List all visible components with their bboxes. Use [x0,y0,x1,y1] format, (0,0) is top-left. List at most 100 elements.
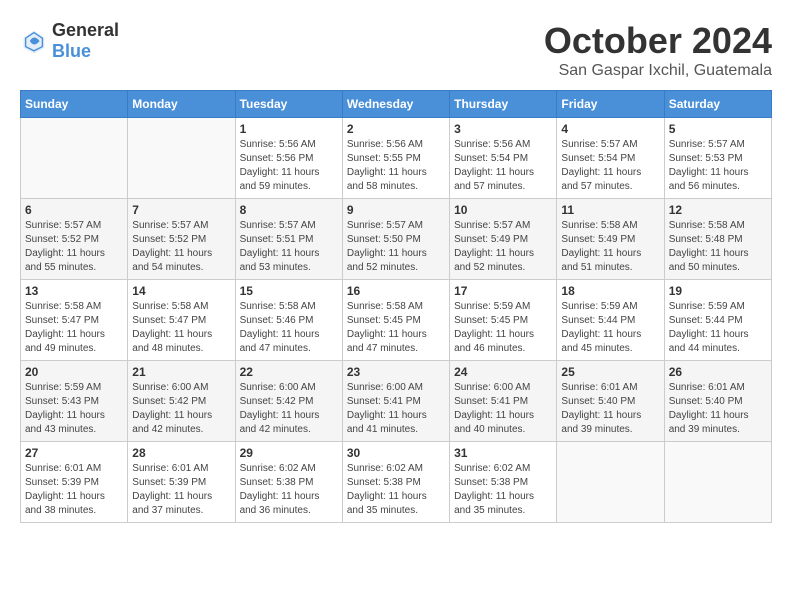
day-info: Sunrise: 5:59 AMSunset: 5:43 PMDaylight:… [25,381,123,437]
day-number: 3 [454,122,552,136]
day-number: 26 [669,365,767,379]
calendar-cell: 25 Sunrise: 6:01 AMSunset: 5:40 PMDayligh… [557,361,664,442]
day-info: Sunrise: 6:01 AMSunset: 5:40 PMDaylight:… [561,381,659,437]
day-info: Sunrise: 5:56 AMSunset: 5:56 PMDaylight:… [240,138,338,194]
calendar-cell: 4 Sunrise: 5:57 AMSunset: 5:54 PMDaylight… [557,118,664,199]
weekday-header-wednesday: Wednesday [342,91,449,118]
calendar-cell: 22 Sunrise: 6:00 AMSunset: 5:42 PMDayligh… [235,361,342,442]
calendar-week-4: 20 Sunrise: 5:59 AMSunset: 5:43 PMDayligh… [21,361,772,442]
day-number: 23 [347,365,445,379]
day-info: Sunrise: 5:57 AMSunset: 5:50 PMDaylight:… [347,219,445,275]
page-header: General Blue October 2024 San Gaspar Ixc… [20,20,772,80]
calendar-cell: 24Sunrise: 6:00 AMSunset: 5:41 PMDayligh… [450,361,557,442]
day-number: 5 [669,122,767,136]
calendar-week-3: 13 Sunrise: 5:58 AMSunset: 5:47 PMDayligh… [21,280,772,361]
calendar-cell: 9 Sunrise: 5:57 AMSunset: 5:50 PMDaylight… [342,199,449,280]
calendar-cell: 7Sunrise: 5:57 AMSunset: 5:52 PMDaylight… [128,199,235,280]
calendar-cell: 5 Sunrise: 5:57 AMSunset: 5:53 PMDaylight… [664,118,771,199]
day-number: 4 [561,122,659,136]
calendar-cell: 28 Sunrise: 6:01 AMSunset: 5:39 PMDayligh… [128,442,235,523]
day-info: Sunrise: 6:02 AMSunset: 5:38 PMDaylight:… [347,462,445,518]
location: San Gaspar Ixchil, Guatemala [544,62,772,80]
day-info: Sunrise: 5:57 AMSunset: 5:51 PMDaylight:… [240,219,338,275]
day-number: 13 [25,284,123,298]
day-number: 22 [240,365,338,379]
calendar-cell: 12 Sunrise: 5:58 AMSunset: 5:48 PMDayligh… [664,199,771,280]
day-info: Sunrise: 6:00 AMSunset: 5:42 PMDaylight:… [240,381,338,437]
weekday-header-tuesday: Tuesday [235,91,342,118]
day-number: 19 [669,284,767,298]
day-info: Sunrise: 5:56 AMSunset: 5:54 PMDaylight:… [454,138,552,194]
calendar-cell: 26Sunrise: 6:01 AMSunset: 5:40 PMDayligh… [664,361,771,442]
calendar-cell: 10 Sunrise: 5:57 AMSunset: 5:49 PMDayligh… [450,199,557,280]
day-info: Sunrise: 6:02 AMSunset: 5:38 PMDaylight:… [454,462,552,518]
day-info: Sunrise: 6:02 AMSunset: 5:38 PMDaylight:… [240,462,338,518]
day-number: 16 [347,284,445,298]
calendar-cell: 14Sunrise: 5:58 AMSunset: 5:47 PMDayligh… [128,280,235,361]
logo-icon [20,27,48,55]
day-number: 27 [25,446,123,460]
calendar-cell: 27 Sunrise: 6:01 AMSunset: 5:39 PMDayligh… [21,442,128,523]
calendar-cell: 18Sunrise: 5:59 AMSunset: 5:44 PMDayligh… [557,280,664,361]
day-number: 20 [25,365,123,379]
weekday-header-row: SundayMondayTuesdayWednesdayThursdayFrid… [21,91,772,118]
calendar-week-1: 1 Sunrise: 5:56 AMSunset: 5:56 PMDaylight… [21,118,772,199]
calendar-cell: 29 Sunrise: 6:02 AMSunset: 5:38 PMDayligh… [235,442,342,523]
logo-general: General [52,20,119,41]
day-number: 15 [240,284,338,298]
day-info: Sunrise: 6:00 AMSunset: 5:42 PMDaylight:… [132,381,230,437]
day-number: 21 [132,365,230,379]
day-number: 25 [561,365,659,379]
calendar-week-5: 27 Sunrise: 6:01 AMSunset: 5:39 PMDayligh… [21,442,772,523]
day-info: Sunrise: 5:57 AMSunset: 5:52 PMDaylight:… [25,219,123,275]
day-info: Sunrise: 6:00 AMSunset: 5:41 PMDaylight:… [347,381,445,437]
day-info: Sunrise: 5:58 AMSunset: 5:49 PMDaylight:… [561,219,659,275]
calendar-cell: 15 Sunrise: 5:58 AMSunset: 5:46 PMDayligh… [235,280,342,361]
weekday-header-saturday: Saturday [664,91,771,118]
logo-text: General Blue [52,20,119,62]
day-number: 29 [240,446,338,460]
day-info: Sunrise: 5:56 AMSunset: 5:55 PMDaylight:… [347,138,445,194]
calendar-cell: 2 Sunrise: 5:56 AMSunset: 5:55 PMDaylight… [342,118,449,199]
calendar-table: SundayMondayTuesdayWednesdayThursdayFrid… [20,90,772,523]
day-info: Sunrise: 5:58 AMSunset: 5:47 PMDaylight:… [25,300,123,356]
day-number: 12 [669,203,767,217]
weekday-header-friday: Friday [557,91,664,118]
day-info: Sunrise: 5:59 AMSunset: 5:44 PMDaylight:… [669,300,767,356]
day-info: Sunrise: 5:57 AMSunset: 5:49 PMDaylight:… [454,219,552,275]
calendar-cell [664,442,771,523]
calendar-cell: 1 Sunrise: 5:56 AMSunset: 5:56 PMDaylight… [235,118,342,199]
day-number: 2 [347,122,445,136]
month-title: October 2024 [544,20,772,62]
day-number: 30 [347,446,445,460]
weekday-header-sunday: Sunday [21,91,128,118]
logo-blue: Blue [52,41,119,62]
calendar-cell: 16Sunrise: 5:58 AMSunset: 5:45 PMDayligh… [342,280,449,361]
logo: General Blue [20,20,119,62]
calendar-cell: 21 Sunrise: 6:00 AMSunset: 5:42 PMDayligh… [128,361,235,442]
day-number: 10 [454,203,552,217]
calendar-week-2: 6Sunrise: 5:57 AMSunset: 5:52 PMDaylight… [21,199,772,280]
calendar-cell: 6Sunrise: 5:57 AMSunset: 5:52 PMDaylight… [21,199,128,280]
day-number: 1 [240,122,338,136]
day-info: Sunrise: 5:57 AMSunset: 5:53 PMDaylight:… [669,138,767,194]
calendar-cell: 23 Sunrise: 6:00 AMSunset: 5:41 PMDayligh… [342,361,449,442]
day-number: 28 [132,446,230,460]
day-number: 14 [132,284,230,298]
weekday-header-thursday: Thursday [450,91,557,118]
calendar-cell [557,442,664,523]
calendar-cell: 13 Sunrise: 5:58 AMSunset: 5:47 PMDayligh… [21,280,128,361]
day-number: 9 [347,203,445,217]
day-info: Sunrise: 5:58 AMSunset: 5:48 PMDaylight:… [669,219,767,275]
calendar-cell: 31 Sunrise: 6:02 AMSunset: 5:38 PMDayligh… [450,442,557,523]
day-info: Sunrise: 5:57 AMSunset: 5:54 PMDaylight:… [561,138,659,194]
day-number: 31 [454,446,552,460]
day-info: Sunrise: 6:00 AMSunset: 5:41 PMDaylight:… [454,381,552,437]
calendar-cell: 11Sunrise: 5:58 AMSunset: 5:49 PMDayligh… [557,199,664,280]
calendar-cell: 30 Sunrise: 6:02 AMSunset: 5:38 PMDayligh… [342,442,449,523]
day-info: Sunrise: 5:58 AMSunset: 5:46 PMDaylight:… [240,300,338,356]
day-info: Sunrise: 6:01 AMSunset: 5:39 PMDaylight:… [25,462,123,518]
calendar-cell [21,118,128,199]
calendar-cell: 19 Sunrise: 5:59 AMSunset: 5:44 PMDayligh… [664,280,771,361]
day-info: Sunrise: 6:01 AMSunset: 5:39 PMDaylight:… [132,462,230,518]
